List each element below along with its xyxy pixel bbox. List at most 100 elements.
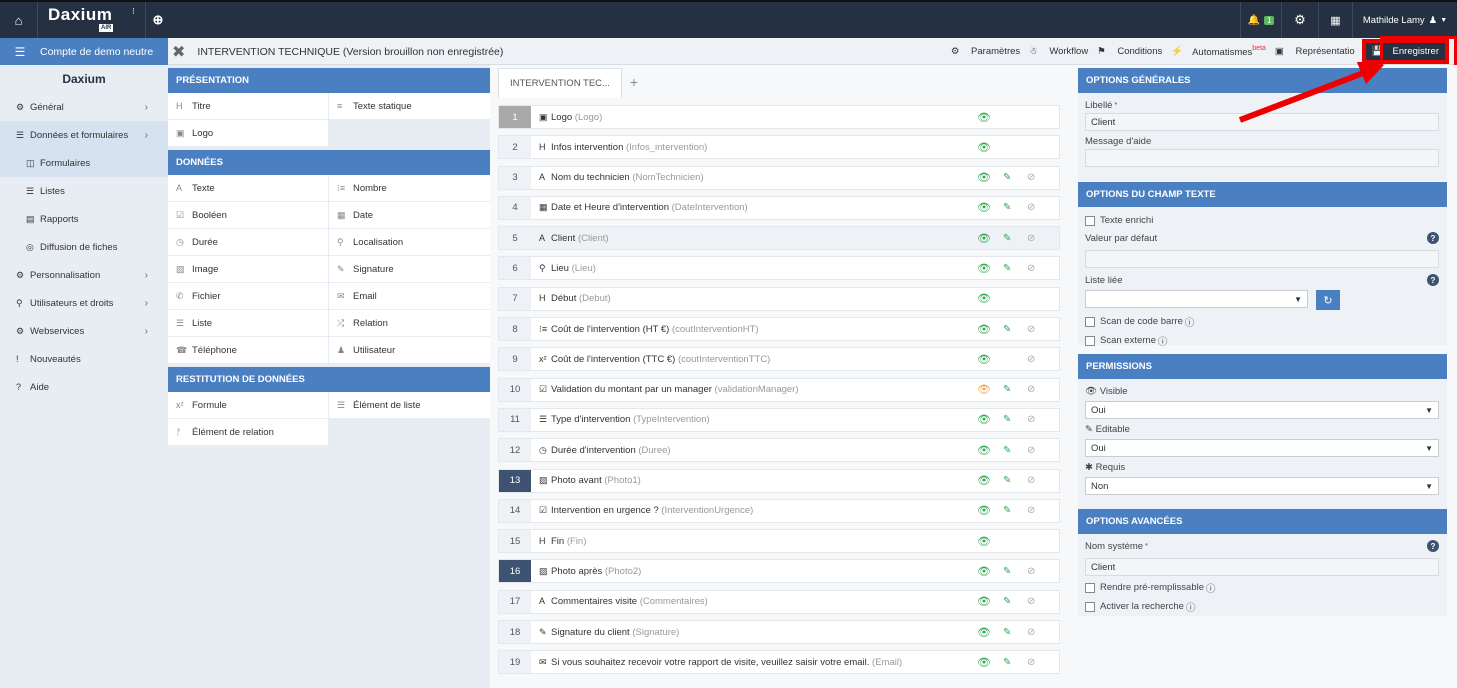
sidebar-item-9[interactable]: ! Nouveautés (0, 345, 168, 373)
eye-icon[interactable]: 👁 (977, 106, 991, 128)
field-order-number[interactable]: 1 (499, 106, 531, 128)
field-row[interactable]: 14 ☑ Intervention en urgence ? (Interventi… (498, 498, 1060, 523)
visible-select[interactable]: Oui ▼ (1085, 401, 1439, 419)
field-row[interactable]: 12 ◷ Durée d'intervention (Duree) 👁 ✎ ⊘ (498, 438, 1060, 463)
palette-item[interactable]: x² Formule (168, 392, 328, 419)
field-order-number[interactable]: 4 (499, 196, 531, 219)
tab-intervention[interactable]: INTERVENTION TEC... (498, 68, 622, 98)
palette-item[interactable]: ᚠ Élément de relation (168, 419, 328, 446)
libelle-input[interactable]: Client (1085, 113, 1439, 131)
field-order-number[interactable]: 9 (499, 348, 531, 371)
field-order-number[interactable]: 14 (499, 499, 531, 522)
palette-item[interactable]: A Texte (168, 175, 328, 202)
field-order-number[interactable]: 15 (499, 530, 531, 553)
palette-item[interactable]: ☑ Booléen (168, 202, 328, 229)
eye-icon[interactable]: 👁 (977, 621, 991, 643)
field-row[interactable]: 2 H Infos intervention (Infos_intervention… (498, 135, 1060, 160)
eye-icon[interactable]: 👁 (977, 348, 991, 370)
search-off-icon[interactable]: ⊘ (1027, 257, 1035, 279)
pencil-icon[interactable]: ✎ (1003, 500, 1011, 522)
search-off-icon[interactable]: ⊘ (1027, 197, 1035, 219)
field-order-number[interactable]: 8 (499, 318, 531, 341)
field-order-number[interactable]: 2 (499, 136, 531, 159)
search-off-icon[interactable]: ⊘ (1027, 167, 1035, 189)
pencil-icon[interactable]: ✎ (1003, 409, 1011, 431)
palette-item[interactable]: ⤮ Relation (329, 310, 490, 337)
eye-icon[interactable]: 👁 (977, 470, 991, 492)
sidebar-item-6[interactable]: ⚙ Personnalisation › (0, 261, 168, 289)
pencil-icon[interactable]: ✎ (1003, 318, 1011, 340)
sidebar-item-5[interactable]: ◎ Diffusion de fiches (0, 233, 168, 261)
pencil-icon[interactable]: ✎ (1003, 560, 1011, 582)
required-select[interactable]: Non ▼ (1085, 477, 1439, 495)
field-row[interactable]: 10 ☑ Validation du montant par un manager … (498, 377, 1060, 402)
pencil-icon[interactable]: ✎ (1003, 197, 1011, 219)
representation-link[interactable]: ▣ Représentatio (1275, 46, 1355, 57)
pencil-icon[interactable]: ✎ (1003, 167, 1011, 189)
sidebar-item-2[interactable]: ◫ Formulaires (0, 149, 168, 177)
conditions-link[interactable]: ⚑ Conditions (1097, 46, 1162, 57)
system-name-input[interactable]: Client (1085, 558, 1439, 576)
palette-item[interactable]: ▨ Image (168, 256, 328, 283)
field-row[interactable]: 17 A Commentaires visite (Commentaires) 👁 ✎ ⊘ (498, 589, 1060, 614)
field-order-number[interactable]: 12 (499, 439, 531, 462)
barcode-checkbox[interactable]: Scan de code barre ⓘ (1085, 312, 1439, 331)
eye-icon[interactable]: 👁 (977, 591, 991, 613)
automatismes-link[interactable]: ⚡ Automatismesbeta (1171, 45, 1266, 57)
field-row[interactable]: 11 ☰ Type d'intervention (TypeIntervention… (498, 407, 1060, 432)
field-order-number[interactable]: 11 (499, 408, 531, 431)
plus-circle-icon[interactable]: ⊕ (146, 2, 170, 38)
eye-icon[interactable]: 👁 (977, 500, 991, 522)
field-order-number[interactable]: 5 (499, 227, 531, 250)
search-off-icon[interactable]: ⊘ (1027, 439, 1035, 461)
field-order-number[interactable]: 10 (499, 378, 531, 401)
palette-item[interactable]: ⚲ Localisation (329, 229, 490, 256)
field-row[interactable]: 7 H Début (Debut) 👁 (498, 286, 1060, 311)
field-row[interactable]: 9 x² Coût de l'intervention (TTC €) (coutI… (498, 347, 1060, 372)
field-row[interactable]: 13 ▨ Photo avant (Photo1) 👁 ✎ ⊘ (498, 468, 1060, 493)
sidebar-item-7[interactable]: ⚲ Utilisateurs et droits › (0, 289, 168, 317)
field-row[interactable]: 5 A Client (Client) 👁 ✎ ⊘ (498, 226, 1060, 251)
home-icon[interactable]: ⌂ (0, 2, 38, 38)
apps-grid-icon[interactable]: ▦ (1318, 2, 1352, 38)
linked-list-select[interactable]: ▼ (1085, 290, 1308, 308)
field-row[interactable]: 19 ✉ Si vous souhaitez recevoir votre rapp… (498, 650, 1060, 675)
eye-icon[interactable]: 👁 (977, 651, 991, 673)
help-icon[interactable]: ? (1427, 232, 1439, 244)
field-order-number[interactable]: 6 (499, 257, 531, 280)
pencil-icon[interactable]: ✎ (1003, 591, 1011, 613)
sidebar-item-4[interactable]: ▤ Rapports (0, 205, 168, 233)
workflow-link[interactable]: ☃ Workflow (1029, 46, 1088, 57)
external-scan-checkbox[interactable]: Scan externe ⓘ (1085, 331, 1439, 350)
notifications-button[interactable]: 🔔 1 (1240, 2, 1281, 38)
palette-item[interactable]: ◷ Durée (168, 229, 328, 256)
palette-item[interactable]: ≡ Texte statique (329, 93, 490, 120)
field-order-number[interactable]: 13 (499, 469, 531, 492)
help-icon[interactable]: ? (1427, 540, 1439, 552)
sidebar-item-0[interactable]: ⚙ Général › (0, 93, 168, 121)
editable-select[interactable]: Oui ▼ (1085, 439, 1439, 457)
daxium-logo[interactable]: Daxium ⁝ AIR (38, 2, 146, 38)
field-order-number[interactable]: 19 (499, 651, 531, 674)
eye-icon[interactable]: 👁 (977, 288, 991, 310)
sidebar-item-1[interactable]: ☰ Données et formulaires › (0, 121, 168, 149)
field-order-number[interactable]: 18 (499, 621, 531, 644)
field-row[interactable]: 8 ⁝≡ Coût de l'intervention (HT €) (coutIn… (498, 317, 1060, 342)
field-row[interactable]: 15 H Fin (Fin) 👁 (498, 529, 1060, 554)
eye-icon[interactable]: 👁 (977, 136, 991, 158)
default-value-input[interactable] (1085, 250, 1439, 268)
palette-item[interactable]: ⁝≡ Nombre (329, 175, 490, 202)
pencil-icon[interactable]: ✎ (1003, 379, 1011, 401)
eye-icon[interactable]: 👁 (977, 318, 991, 340)
palette-item[interactable]: ☰ Liste (168, 310, 328, 337)
sidebar-item-10[interactable]: ? Aide (0, 373, 168, 401)
search-checkbox[interactable]: Activer la recherche ⓘ (1085, 597, 1439, 616)
palette-item[interactable]: ▣ Logo (168, 120, 328, 147)
help-message-input[interactable] (1085, 149, 1439, 167)
hamburger-icon[interactable]: ☰ (0, 45, 40, 59)
search-off-icon[interactable]: ⊘ (1027, 379, 1035, 401)
palette-item[interactable]: ☎ Téléphone (168, 337, 328, 364)
pencil-icon[interactable]: ✎ (1003, 227, 1011, 249)
field-row[interactable]: 6 ⚲ Lieu (Lieu) 👁 ✎ ⊘ (498, 256, 1060, 281)
search-off-icon[interactable]: ⊘ (1027, 470, 1035, 492)
